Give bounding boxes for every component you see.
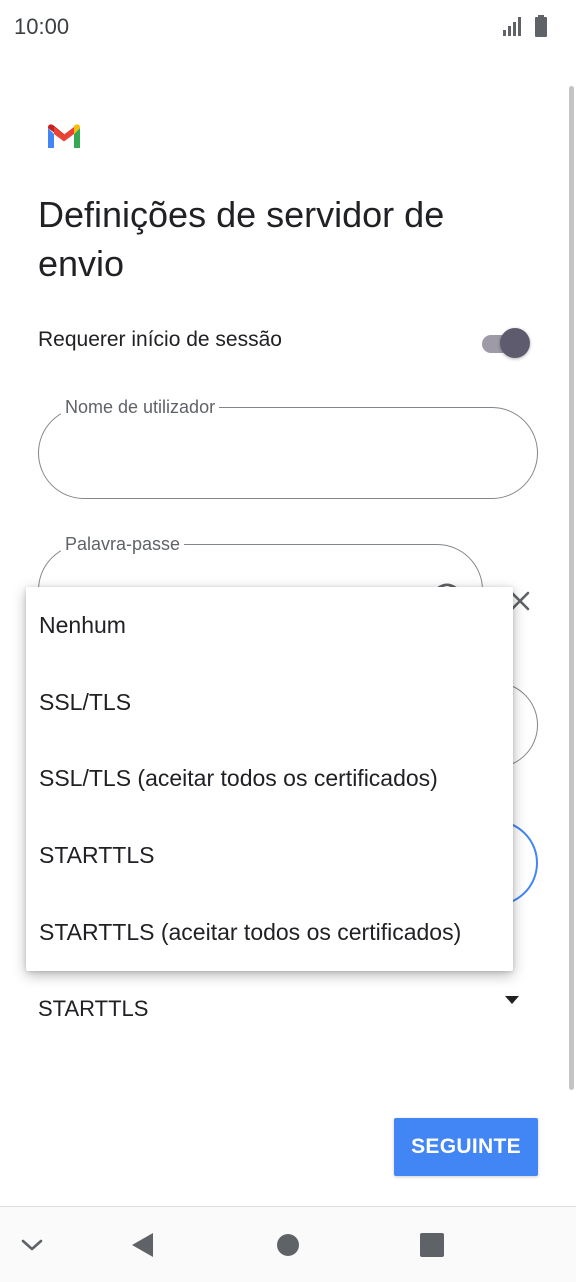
signal-icon (503, 17, 521, 36)
menu-item-ssl-tls-accept-all[interactable]: SSL/TLS (aceitar todos os certificados) (26, 741, 513, 818)
nav-back-icon[interactable] (127, 1229, 159, 1261)
page-title: Definições de servidor de envio (38, 194, 445, 284)
username-field[interactable]: Nome de utilizador (38, 396, 538, 499)
nav-home-icon[interactable] (272, 1229, 304, 1261)
menu-item-none[interactable]: Nenhum (26, 587, 513, 664)
menu-item-starttls-accept-all[interactable]: STARTTLS (aceitar todos os certificados) (26, 894, 513, 971)
status-time: 10:00 (14, 14, 70, 39)
next-button[interactable]: SEGUINTE (394, 1118, 538, 1176)
toggle-thumb (500, 328, 530, 358)
nav-collapse-icon[interactable] (16, 1229, 48, 1261)
scrollbar[interactable] (569, 86, 574, 1090)
username-label: Nome de utilizador (61, 396, 220, 418)
password-label: Palavra-passe (61, 533, 185, 555)
status-bar: 10:00 (0, 0, 576, 56)
require-signin-label: Requerer início de sessão (38, 328, 282, 351)
navigation-bar (0, 1207, 576, 1282)
dropdown-arrow-icon[interactable] (503, 994, 521, 1006)
security-type-value[interactable]: STARTTLS (38, 996, 148, 1022)
menu-item-starttls[interactable]: STARTTLS (26, 817, 513, 894)
security-type-menu: Nenhum SSL/TLS SSL/TLS (aceitar todos os… (26, 587, 513, 971)
require-signin-row: Requerer início de sessão (38, 322, 538, 362)
status-icons (502, 14, 548, 38)
battery-icon (535, 15, 547, 37)
require-signin-toggle[interactable] (480, 326, 532, 358)
nav-recents-icon[interactable] (416, 1229, 448, 1261)
gmail-logo (48, 124, 80, 148)
menu-item-ssl-tls[interactable]: SSL/TLS (26, 664, 513, 741)
